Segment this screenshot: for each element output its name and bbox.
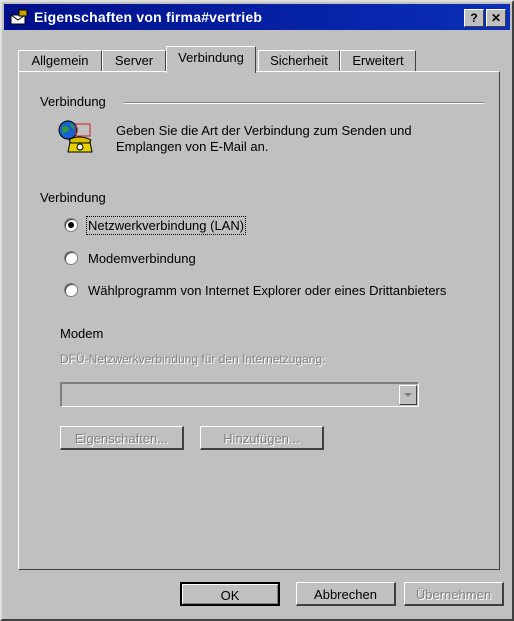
modem-add-button[interactable]: Hinzufügen... <box>200 426 324 450</box>
apply-button[interactable]: Übernehmen <box>404 582 504 606</box>
radio-modem[interactable]: Modemverbindung <box>64 249 196 267</box>
connection-group-label: Verbindung <box>40 94 106 109</box>
radio-lan-label[interactable]: Netzwerkverbindung (LAN) <box>85 215 247 235</box>
dialup-connection-select[interactable] <box>60 382 419 407</box>
network-phone-icon <box>58 120 93 153</box>
connection-options-label: Verbindung <box>40 190 106 205</box>
radio-modem-label[interactable]: Modemverbindung <box>88 251 196 266</box>
mail-account-icon <box>10 9 28 25</box>
modem-properties-button[interactable]: Eigenschaften... <box>60 426 184 450</box>
chevron-down-icon[interactable] <box>399 385 417 405</box>
cancel-button[interactable]: Abbrechen <box>296 582 396 606</box>
radio-dialer-indicator[interactable] <box>64 283 78 297</box>
properties-dialog: Eigenschaften von firma#vertrieb ? ✕ All… <box>0 0 514 621</box>
close-button[interactable]: ✕ <box>486 9 506 27</box>
dialup-connection-label: DFÜ-Netzwerkverbindung für den Internetz… <box>60 352 326 366</box>
tab-verbindung[interactable]: Verbindung <box>166 46 256 73</box>
help-button[interactable]: ? <box>464 9 484 27</box>
tab-server[interactable]: Server <box>102 50 166 71</box>
connection-group-divider <box>124 102 484 104</box>
modem-group-label: Modem <box>60 326 104 341</box>
radio-dialer[interactable]: Wählprogramm von Internet Explorer oder … <box>64 281 446 299</box>
tab-allgemein[interactable]: Allgemein <box>18 50 102 71</box>
radio-lan[interactable]: Netzwerkverbindung (LAN) <box>64 215 247 235</box>
ok-button[interactable]: OK <box>180 582 280 606</box>
radio-modem-indicator[interactable] <box>64 251 78 265</box>
radio-dialer-label[interactable]: Wählprogramm von Internet Explorer oder … <box>88 283 446 298</box>
window-title: Eigenschaften von firma#vertrieb <box>34 9 263 25</box>
radio-lan-indicator[interactable] <box>64 218 78 232</box>
tab-sicherheit[interactable]: Sicherheit <box>258 50 340 71</box>
connection-description: Geben Sie die Art der Verbindung zum Sen… <box>116 123 412 154</box>
title-bar[interactable]: Eigenschaften von firma#vertrieb ? ✕ <box>4 4 510 30</box>
tab-erweitert[interactable]: Erweitert <box>340 50 416 71</box>
